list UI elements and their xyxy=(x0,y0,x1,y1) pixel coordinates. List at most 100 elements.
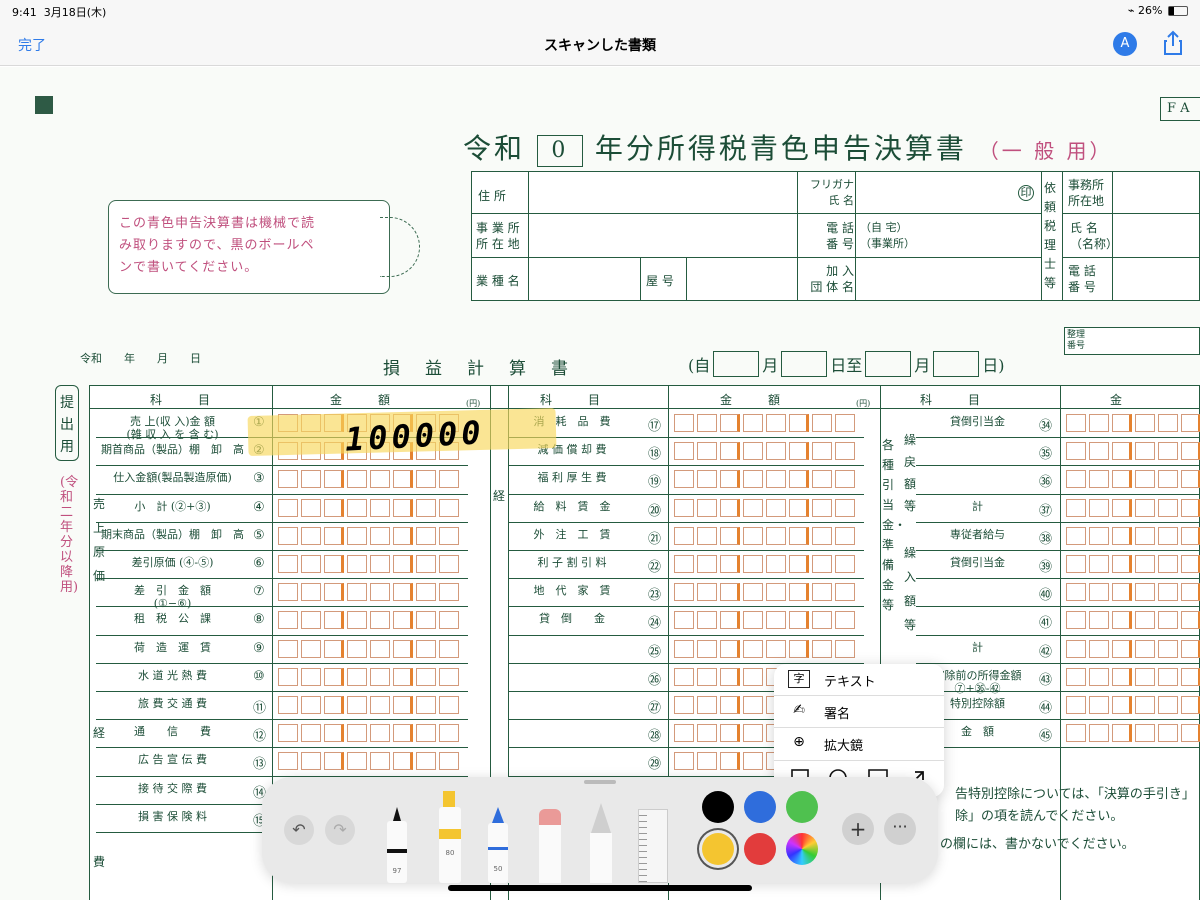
digit-box[interactable] xyxy=(416,555,436,573)
amount-field[interactable] xyxy=(278,583,459,602)
digit-box[interactable] xyxy=(1112,442,1132,461)
digit-box[interactable] xyxy=(301,724,321,743)
digit-box[interactable] xyxy=(324,639,344,658)
color-black[interactable] xyxy=(702,791,734,823)
amount-field[interactable] xyxy=(674,470,855,489)
digit-box[interactable] xyxy=(278,498,298,517)
amount-field[interactable] xyxy=(1066,442,1200,461)
digit-box[interactable] xyxy=(1066,498,1086,517)
digit-box[interactable] xyxy=(1135,470,1155,489)
amount-field[interactable] xyxy=(674,526,855,545)
digit-box[interactable] xyxy=(1066,414,1086,432)
digit-box[interactable] xyxy=(439,611,459,630)
digit-box[interactable] xyxy=(347,498,367,517)
digit-box[interactable] xyxy=(370,526,390,545)
digit-box[interactable] xyxy=(1158,498,1178,517)
digit-box[interactable] xyxy=(789,470,809,489)
digit-box[interactable] xyxy=(766,470,786,489)
pencil-tool[interactable]: 50 xyxy=(487,807,509,883)
digit-box[interactable] xyxy=(393,639,413,658)
digit-box[interactable] xyxy=(1181,555,1200,573)
toolbar-grabber[interactable] xyxy=(584,780,616,784)
color-red[interactable] xyxy=(744,833,776,865)
digit-box[interactable] xyxy=(789,442,809,461)
digit-box[interactable] xyxy=(835,526,855,545)
digit-box[interactable] xyxy=(835,414,855,432)
digit-box[interactable] xyxy=(835,498,855,517)
digit-box[interactable] xyxy=(301,611,321,630)
digit-box[interactable] xyxy=(278,470,298,489)
digit-box[interactable] xyxy=(416,724,436,743)
share-icon[interactable] xyxy=(1163,30,1183,56)
digit-box[interactable] xyxy=(324,526,344,545)
digit-box[interactable] xyxy=(416,526,436,545)
digit-box[interactable] xyxy=(1135,498,1155,517)
digit-box[interactable] xyxy=(370,752,390,771)
digit-box[interactable] xyxy=(812,498,832,517)
digit-box[interactable] xyxy=(720,555,740,573)
digit-box[interactable] xyxy=(370,724,390,743)
amount-field[interactable] xyxy=(1066,611,1200,630)
digit-box[interactable] xyxy=(697,498,717,517)
digit-box[interactable] xyxy=(812,414,832,432)
digit-box[interactable] xyxy=(301,696,321,714)
digit-box[interactable] xyxy=(697,667,717,686)
digit-box[interactable] xyxy=(1135,724,1155,743)
digit-box[interactable] xyxy=(347,470,367,489)
digit-box[interactable] xyxy=(720,470,740,489)
digit-box[interactable] xyxy=(697,611,717,630)
digit-box[interactable] xyxy=(324,696,344,714)
digit-box[interactable] xyxy=(697,442,717,461)
digit-box[interactable] xyxy=(674,752,694,771)
digit-box[interactable] xyxy=(1089,526,1109,545)
digit-box[interactable] xyxy=(347,555,367,573)
digit-box[interactable] xyxy=(416,667,436,686)
digit-box[interactable] xyxy=(697,414,717,432)
digit-box[interactable] xyxy=(674,724,694,743)
digit-box[interactable] xyxy=(835,639,855,658)
amount-field[interactable] xyxy=(1066,526,1200,545)
digit-box[interactable] xyxy=(324,667,344,686)
color-wheel-icon[interactable] xyxy=(786,833,818,865)
digit-box[interactable] xyxy=(347,526,367,545)
digit-box[interactable] xyxy=(674,526,694,545)
ruler-tool[interactable] xyxy=(638,809,668,883)
digit-box[interactable] xyxy=(1112,583,1132,602)
digit-box[interactable] xyxy=(835,470,855,489)
digit-box[interactable] xyxy=(766,611,786,630)
digit-box[interactable] xyxy=(1181,724,1200,743)
amount-field[interactable] xyxy=(1066,639,1200,658)
digit-box[interactable] xyxy=(1066,696,1086,714)
digit-box[interactable] xyxy=(324,752,344,771)
digit-box[interactable] xyxy=(393,696,413,714)
digit-box[interactable] xyxy=(324,611,344,630)
digit-box[interactable] xyxy=(766,498,786,517)
digit-box[interactable] xyxy=(674,639,694,658)
digit-box[interactable] xyxy=(1066,639,1086,658)
marker-tool[interactable]: 80 xyxy=(438,791,462,883)
digit-box[interactable] xyxy=(720,639,740,658)
eraser-tool[interactable] xyxy=(538,809,562,883)
digit-box[interactable] xyxy=(1135,555,1155,573)
digit-box[interactable] xyxy=(1181,639,1200,658)
digit-box[interactable] xyxy=(1181,611,1200,630)
digit-box[interactable] xyxy=(1112,611,1132,630)
digit-box[interactable] xyxy=(416,639,436,658)
digit-box[interactable] xyxy=(674,442,694,461)
digit-box[interactable] xyxy=(789,583,809,602)
more-button[interactable]: ··· xyxy=(884,813,916,845)
pen-tool[interactable]: 97 xyxy=(386,807,408,883)
digit-box[interactable] xyxy=(301,555,321,573)
digit-box[interactable] xyxy=(439,724,459,743)
digit-box[interactable] xyxy=(1158,555,1178,573)
digit-box[interactable] xyxy=(370,696,390,714)
digit-box[interactable] xyxy=(743,498,763,517)
digit-box[interactable] xyxy=(416,611,436,630)
digit-box[interactable] xyxy=(674,667,694,686)
digit-box[interactable] xyxy=(416,470,436,489)
digit-box[interactable] xyxy=(393,724,413,743)
digit-box[interactable] xyxy=(439,498,459,517)
popup-item-signature[interactable]: ✍ 署名 xyxy=(774,696,944,726)
amount-field[interactable] xyxy=(674,498,855,517)
digit-box[interactable] xyxy=(1066,442,1086,461)
